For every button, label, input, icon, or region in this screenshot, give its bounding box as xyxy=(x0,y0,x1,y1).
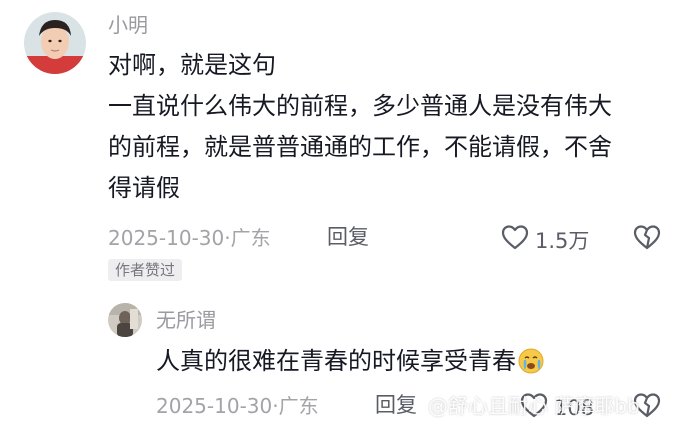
username[interactable]: 小明 xyxy=(108,15,148,35)
heart-outline-icon xyxy=(501,224,529,255)
comment-text: 人真的很难在青春的时候享受青春 xyxy=(156,347,516,375)
watermark: @舒心且耐心 萨摩耶bb xyxy=(428,394,640,418)
dislike-button[interactable] xyxy=(632,224,662,254)
comment-line: 人真的很难在青春的时候享受青春 xyxy=(156,341,544,387)
like-button[interactable]: 1.5万 xyxy=(501,224,589,255)
reply-button[interactable]: 回复 xyxy=(327,227,369,248)
comment-meta: 2025-10-30·广东 xyxy=(156,394,319,418)
like-count: 1.5万 xyxy=(535,228,590,253)
reply-button[interactable]: 回复 xyxy=(375,395,417,416)
avatar[interactable] xyxy=(108,303,142,337)
comment-line: 一直说什么伟大的前程，多少普通人是没有伟大 xyxy=(108,92,612,120)
comment-line: 的前程，就是普普通通的工作，不能请假，不舍 xyxy=(108,133,612,161)
broken-heart-outline-icon xyxy=(632,225,662,254)
author-liked-badge: 作者赞过 xyxy=(108,259,183,281)
user-avatar-image xyxy=(24,12,86,74)
avatar[interactable] xyxy=(24,12,86,74)
comment-section: 小明 对啊，就是这句 一直说什么伟大的前程，多少普通人是没有伟大 的前程，就是普… xyxy=(0,0,690,429)
username[interactable]: 无所谓 xyxy=(156,310,216,330)
comment-line: 对啊，就是这句 xyxy=(108,51,276,79)
user-avatar-image xyxy=(108,303,142,337)
crying-face-icon xyxy=(518,346,544,387)
comment-line: 得请假 xyxy=(108,174,180,202)
comment-meta: 2025-10-30·广东 xyxy=(108,226,271,250)
